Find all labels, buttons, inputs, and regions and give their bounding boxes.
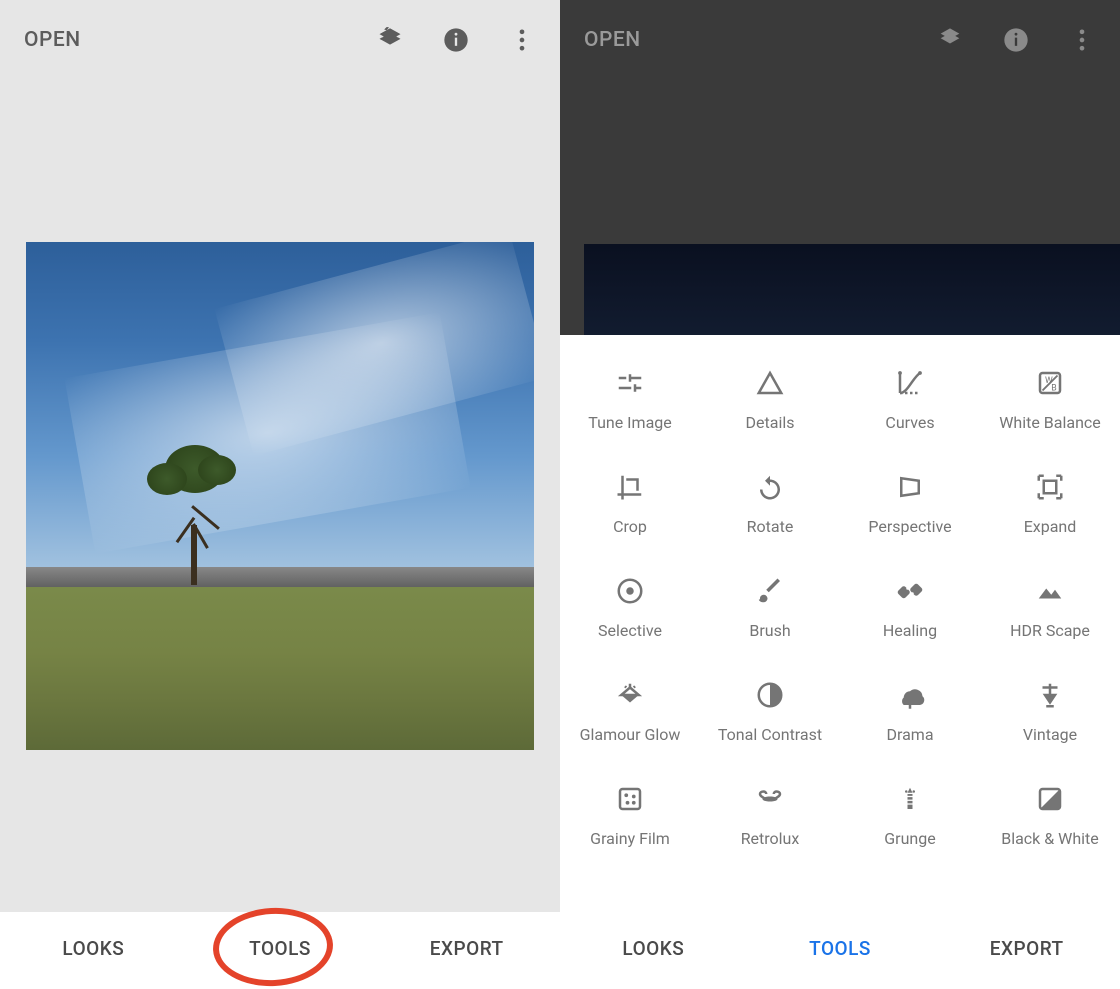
grunge-icon (894, 783, 926, 815)
tool-label: Crop (613, 517, 647, 537)
tonal-contrast-icon (754, 679, 786, 711)
nav-tools[interactable]: TOOLS (747, 937, 934, 960)
tool-perspective[interactable]: Perspective (840, 457, 980, 561)
tool-label: Grainy Film (590, 829, 670, 849)
tool-tune-image[interactable]: Tune Image (560, 353, 700, 457)
tool-rotate[interactable]: Rotate (700, 457, 840, 561)
tune-image-icon (614, 367, 646, 399)
tool-grunge[interactable]: Grunge (840, 769, 980, 873)
photo-preview (26, 242, 534, 750)
nav-export[interactable]: EXPORT (933, 937, 1120, 960)
rotate-icon (754, 471, 786, 503)
tool-grainy-film[interactable]: Grainy Film (560, 769, 700, 873)
open-button[interactable]: OPEN (24, 28, 81, 52)
retrolux-icon (754, 783, 786, 815)
black-white-icon (1034, 783, 1066, 815)
tool-selective[interactable]: Selective (560, 561, 700, 665)
curves-icon (894, 367, 926, 399)
tool-details[interactable]: Details (700, 353, 840, 457)
edit-stack-icon[interactable] (376, 26, 404, 54)
tool-label: Glamour Glow (580, 725, 681, 745)
drama-icon (894, 679, 926, 711)
tool-label: Perspective (868, 517, 951, 537)
tool-curves[interactable]: Curves (840, 353, 980, 457)
tool-label: Expand (1024, 517, 1077, 537)
expand-icon (1034, 471, 1066, 503)
nav-looks[interactable]: LOOKS (0, 937, 187, 960)
photo-canvas-dimmed (560, 80, 1120, 338)
nav-looks[interactable]: LOOKS (560, 937, 747, 960)
tool-retrolux[interactable]: Retrolux (700, 769, 840, 873)
edit-stack-icon[interactable] (936, 26, 964, 54)
bottom-nav: LOOKS TOOLS EXPORT (0, 912, 560, 984)
photo-preview-dimmed (584, 244, 1120, 338)
tool-label: Details (746, 413, 795, 433)
tool-label: Vintage (1023, 725, 1077, 745)
grainy-film-icon (614, 783, 646, 815)
tool-brush[interactable]: Brush (700, 561, 840, 665)
hdr-scape-icon (1034, 575, 1066, 607)
tool-black-white[interactable]: Black & White (980, 769, 1120, 873)
tool-tonal-contrast[interactable]: Tonal Contrast (700, 665, 840, 769)
tool-label: Tune Image (588, 413, 671, 433)
right-panel: OPEN Tune Image Details Curves WB White Bala… (560, 0, 1120, 984)
bottom-nav: LOOKS TOOLS EXPORT (560, 912, 1120, 984)
tool-label: Tonal Contrast (718, 725, 822, 745)
glamour-glow-icon (614, 679, 646, 711)
tool-label: Healing (883, 621, 937, 641)
perspective-icon (894, 471, 926, 503)
info-icon[interactable] (1002, 26, 1030, 54)
more-icon[interactable] (1068, 26, 1096, 54)
tool-label: Rotate (747, 517, 794, 537)
white-balance-icon: WB (1034, 367, 1066, 399)
top-bar: OPEN (0, 0, 560, 80)
tool-expand[interactable]: Expand (980, 457, 1120, 561)
nav-tools[interactable]: TOOLS (187, 937, 374, 960)
tool-label: Grunge (884, 829, 935, 849)
tool-label: Black & White (1001, 829, 1099, 849)
tool-label: Selective (598, 621, 662, 641)
vintage-icon (1034, 679, 1066, 711)
selective-icon (614, 575, 646, 607)
more-icon[interactable] (508, 26, 536, 54)
tool-label: Brush (749, 621, 790, 641)
nav-export[interactable]: EXPORT (373, 937, 560, 960)
photo-canvas[interactable] (0, 80, 560, 912)
svg-text:B: B (1051, 384, 1056, 394)
tool-hdr-scape[interactable]: HDR Scape (980, 561, 1120, 665)
tool-healing[interactable]: Healing (840, 561, 980, 665)
details-icon (754, 367, 786, 399)
top-bar: OPEN (560, 0, 1120, 80)
tool-crop[interactable]: Crop (560, 457, 700, 561)
tool-label: Retrolux (741, 829, 800, 849)
tools-sheet: Tune Image Details Curves WB White Balance Cr… (560, 335, 1120, 912)
info-icon[interactable] (442, 26, 470, 54)
tool-label: HDR Scape (1010, 621, 1090, 641)
tool-glamour-glow[interactable]: Glamour Glow (560, 665, 700, 769)
brush-icon (754, 575, 786, 607)
tool-label: White Balance (999, 413, 1101, 433)
open-button[interactable]: OPEN (584, 28, 641, 52)
crop-icon (614, 471, 646, 503)
tool-label: Curves (885, 413, 934, 433)
tool-drama[interactable]: Drama (840, 665, 980, 769)
tool-white-balance[interactable]: WB White Balance (980, 353, 1120, 457)
tool-vintage[interactable]: Vintage (980, 665, 1120, 769)
tool-label: Drama (886, 725, 933, 745)
healing-icon (894, 575, 926, 607)
left-panel: OPEN LOOKS TOOL (0, 0, 560, 984)
